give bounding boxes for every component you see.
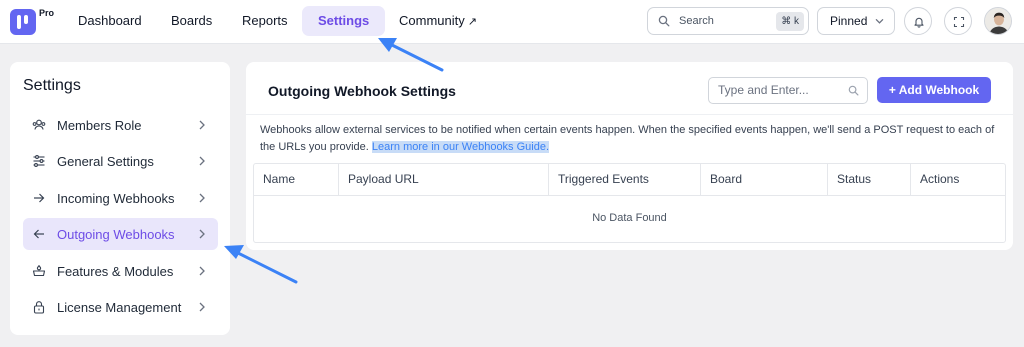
table-header: Name Payload URL Triggered Events Board …: [254, 164, 1005, 196]
search-label: Search: [679, 15, 714, 27]
outgoing-webhooks-panel: Outgoing Webhook Settings Type and Enter…: [246, 62, 1013, 250]
nav-boards[interactable]: Boards: [155, 6, 228, 36]
sidebar-item-label: Incoming Webhooks: [57, 191, 175, 206]
arrow-left-icon: [33, 229, 44, 239]
sidebar-item-label: License Management: [57, 300, 182, 315]
settings-sidebar: Settings Members Role General Settings I…: [10, 62, 230, 335]
sliders-icon: [33, 155, 45, 167]
divider: [246, 114, 1013, 115]
sidebar-item-incoming-webhooks[interactable]: Incoming Webhooks: [23, 182, 218, 214]
notifications-button[interactable]: [904, 7, 932, 35]
sidebar-item-label: General Settings: [57, 154, 154, 169]
column-header-actions[interactable]: Actions: [911, 164, 1005, 195]
bell-icon: [914, 17, 924, 28]
column-header-name[interactable]: Name: [254, 164, 339, 195]
sidebar-item-label: Features & Modules: [57, 264, 174, 279]
empty-state-text: No Data Found: [592, 212, 667, 224]
top-navigation-bar: Pro Dashboard Boards Reports Settings Co…: [0, 0, 1024, 44]
search-icon: [658, 15, 670, 27]
nav-settings[interactable]: Settings: [302, 6, 386, 36]
members-icon: [32, 119, 46, 130]
column-header-status[interactable]: Status: [828, 164, 911, 195]
chevron-right-icon: [199, 266, 205, 276]
search-shortcut: ⌘ k: [776, 12, 804, 31]
global-search[interactable]: Search ⌘ k: [647, 7, 809, 35]
page-title: Outgoing Webhook Settings: [268, 83, 456, 99]
lock-icon: [33, 301, 45, 314]
chevron-right-icon: [199, 156, 205, 166]
sidebar-item-members-role[interactable]: Members Role: [23, 109, 218, 141]
sidebar-item-label: Members Role: [57, 118, 142, 133]
search-placeholder: Type and Enter...: [718, 83, 809, 97]
sidebar-item-label: Outgoing Webhooks: [57, 227, 175, 242]
sidebar-item-outgoing-webhooks[interactable]: Outgoing Webhooks: [23, 218, 218, 250]
chevron-right-icon: [199, 302, 205, 312]
pinned-dropdown[interactable]: Pinned: [817, 7, 895, 35]
modules-icon: [32, 265, 46, 277]
pro-badge: Pro: [39, 8, 55, 18]
search-icon: [848, 85, 859, 96]
external-link-icon: ↗: [467, 16, 477, 28]
avatar[interactable]: [984, 7, 1012, 35]
column-header-triggered-events[interactable]: Triggered Events: [549, 164, 701, 195]
chevron-right-icon: [199, 229, 205, 239]
app-logo[interactable]: [10, 9, 36, 35]
nav-dashboard[interactable]: Dashboard: [62, 6, 158, 36]
arrow-right-icon: [34, 193, 45, 203]
column-header-board[interactable]: Board: [701, 164, 828, 195]
add-webhook-button[interactable]: + Add Webhook: [877, 77, 991, 103]
chevron-right-icon: [199, 120, 205, 130]
sidebar-item-license-management[interactable]: License Management: [23, 291, 218, 323]
sidebar-title: Settings: [23, 77, 81, 94]
fullscreen-button[interactable]: [944, 7, 972, 35]
column-header-payload-url[interactable]: Payload URL: [339, 164, 549, 195]
chevron-down-icon: [875, 19, 884, 24]
description-text: Webhooks allow external services to be n…: [260, 124, 995, 153]
webhook-search-input[interactable]: Type and Enter...: [708, 77, 868, 104]
annotation-arrow-outgoing-webhooks: [224, 245, 298, 284]
nav-community[interactable]: Community ↗: [383, 6, 493, 36]
webhooks-guide-link[interactable]: Learn more in our Webhooks Guide.: [371, 141, 550, 153]
user-photo-icon: [985, 8, 1011, 34]
sidebar-item-features-modules[interactable]: Features & Modules: [23, 255, 218, 287]
nav-reports[interactable]: Reports: [226, 6, 304, 36]
fullscreen-icon: [953, 16, 965, 28]
webhook-description: Webhooks allow external services to be n…: [260, 122, 1005, 156]
pinned-label: Pinned: [830, 14, 868, 28]
chevron-right-icon: [199, 193, 205, 203]
webhooks-table: Name Payload URL Triggered Events Board …: [253, 163, 1006, 243]
sidebar-item-general-settings[interactable]: General Settings: [23, 145, 218, 177]
nav-community-label: Community: [399, 13, 465, 28]
